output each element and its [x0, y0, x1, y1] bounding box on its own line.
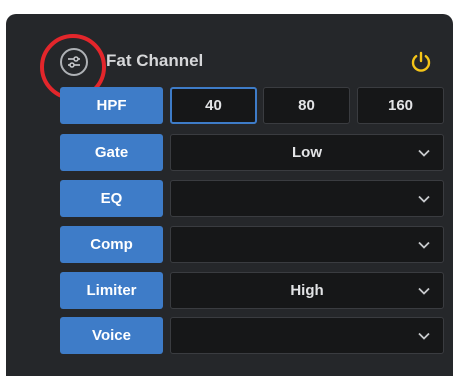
- chevron-down-icon: [418, 149, 430, 157]
- eq-row: EQ: [60, 180, 448, 217]
- comp-row: Comp: [60, 226, 448, 263]
- gate-select[interactable]: Low: [170, 134, 444, 171]
- voice-button[interactable]: Voice: [60, 317, 163, 354]
- hpf-row: HPF 40 80 160: [60, 87, 448, 124]
- chevron-down-icon: [418, 332, 430, 340]
- voice-row: Voice: [60, 317, 448, 354]
- gate-select-value: Low: [292, 144, 322, 161]
- hpf-option-80[interactable]: 80: [263, 87, 350, 124]
- power-button[interactable]: [408, 48, 434, 76]
- eq-select-value: [171, 181, 443, 216]
- chevron-down-icon: [418, 287, 430, 295]
- comp-select[interactable]: [170, 226, 444, 263]
- eq-select[interactable]: [170, 180, 444, 217]
- fat-channel-panel: Fat Channel HPF 40 80 160 Gate Low EQ Co…: [6, 14, 453, 376]
- sliders-icon: [68, 56, 80, 68]
- hpf-option-160[interactable]: 160: [357, 87, 444, 124]
- voice-select-value: [171, 318, 443, 353]
- limiter-button[interactable]: Limiter: [60, 272, 163, 309]
- limiter-select-value: High: [290, 282, 324, 299]
- gate-row: Gate Low: [60, 134, 448, 171]
- hpf-option-40[interactable]: 40: [170, 87, 257, 124]
- eq-button[interactable]: EQ: [60, 180, 163, 217]
- voice-select[interactable]: [170, 317, 444, 354]
- chevron-down-icon: [418, 241, 430, 249]
- limiter-row: Limiter High: [60, 272, 448, 309]
- comp-select-value: [171, 227, 443, 262]
- comp-button[interactable]: Comp: [60, 226, 163, 263]
- settings-button[interactable]: [60, 48, 88, 76]
- panel-title: Fat Channel: [106, 51, 204, 70]
- panel-header: Fat Channel: [6, 14, 453, 92]
- power-icon: [411, 51, 431, 72]
- gate-button[interactable]: Gate: [60, 134, 163, 171]
- limiter-select[interactable]: High: [170, 272, 444, 309]
- chevron-down-icon: [418, 195, 430, 203]
- hpf-button[interactable]: HPF: [60, 87, 163, 124]
